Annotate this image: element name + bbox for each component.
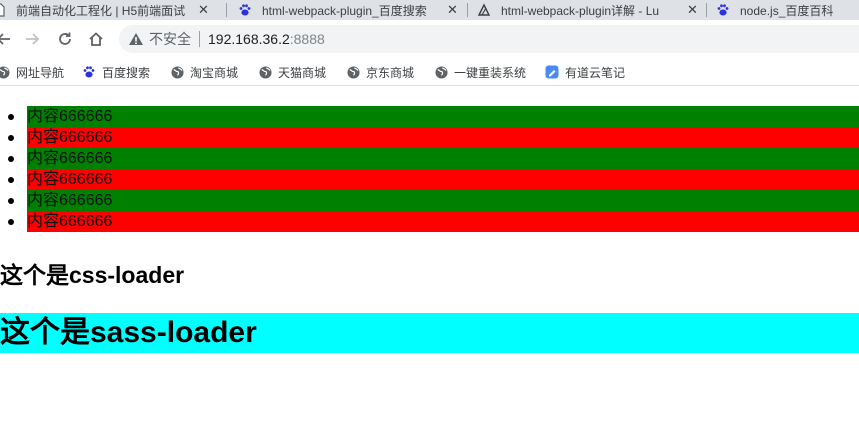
bookmark-item[interactable]: 有道云笔记 bbox=[545, 63, 625, 81]
close-icon[interactable]: ✕ bbox=[198, 2, 209, 18]
bookmark-item[interactable]: 一键重装系统 bbox=[434, 63, 526, 81]
list-item-text: 内容666666 bbox=[27, 127, 859, 148]
list-item-text: 内容666666 bbox=[27, 190, 859, 211]
close-icon[interactable]: ✕ bbox=[447, 2, 458, 18]
tab-divider bbox=[467, 3, 468, 17]
page-viewport: 内容666666 内容666666 内容666666 内容666666 内容66… bbox=[0, 86, 859, 433]
sass-loader-heading: 这个是sass-loader bbox=[0, 313, 859, 353]
bullet-dot bbox=[8, 135, 14, 141]
bookmark-item[interactable]: 百度搜索 bbox=[82, 63, 150, 81]
tab-item[interactable]: node.js_百度百科 bbox=[716, 0, 859, 20]
bullet-dot bbox=[8, 198, 14, 204]
bookmark-label: 一键重装系统 bbox=[454, 65, 527, 80]
css-loader-heading: 这个是css-loader bbox=[0, 262, 185, 288]
baidu-paw-icon bbox=[238, 3, 252, 17]
tab-title: 前端自动化工程化 | H5前端面试 bbox=[16, 3, 186, 18]
tab-strip: 前端自动化工程化 | H5前端面试 ✕ html-webpack-plugin_… bbox=[0, 0, 859, 20]
reload-icon[interactable] bbox=[54, 28, 76, 50]
baidu-paw-icon bbox=[82, 65, 96, 79]
bookmark-item[interactable]: 天猫商城 bbox=[258, 63, 326, 81]
globe-icon bbox=[258, 65, 272, 79]
tab-title: node.js_百度百科 bbox=[740, 3, 834, 18]
globe-icon bbox=[434, 65, 448, 79]
bookmark-item[interactable]: 淘宝商城 bbox=[170, 63, 238, 81]
bookmark-label: 有道云笔记 bbox=[565, 65, 626, 80]
url-port: :8888 bbox=[289, 31, 325, 47]
bookmark-label: 淘宝商城 bbox=[190, 65, 239, 80]
youdao-note-icon bbox=[545, 65, 559, 79]
security-label: 不安全 bbox=[149, 31, 191, 47]
tab-divider bbox=[706, 3, 707, 17]
list-item-text: 内容666666 bbox=[27, 211, 859, 232]
bookmark-label: 京东商城 bbox=[366, 65, 415, 80]
close-icon[interactable]: ✕ bbox=[687, 2, 698, 18]
doc-icon bbox=[0, 3, 6, 17]
bookmarks-bar: 网址导航 百度搜索 淘宝商城 天猫商城 京东商城 一键重装系统 有道云笔记 bbox=[0, 58, 859, 86]
tab-divider bbox=[226, 3, 227, 17]
bookmark-item[interactable]: 京东商城 bbox=[346, 63, 414, 81]
tab-title: html-webpack-plugin详解 - Lu bbox=[501, 3, 660, 18]
address-divider bbox=[199, 31, 200, 47]
bookmark-label: 百度搜索 bbox=[102, 65, 151, 80]
globe-icon bbox=[170, 65, 184, 79]
tab-item[interactable]: 前端自动化工程化 | H5前端面试 ✕ bbox=[0, 0, 220, 20]
bullet-dot bbox=[8, 156, 14, 162]
list-item-text: 内容666666 bbox=[27, 169, 859, 190]
globe-icon bbox=[346, 65, 360, 79]
home-icon[interactable] bbox=[85, 28, 107, 50]
globe-icon bbox=[0, 65, 10, 79]
bookmark-item[interactable]: 网址导航 bbox=[0, 63, 64, 81]
bullet-dot bbox=[8, 114, 14, 120]
url-host: 192.168.36.2 bbox=[208, 31, 290, 47]
bullet-dot bbox=[8, 219, 14, 225]
address-bar[interactable]: 不安全 192.168.36.2:8888 bbox=[119, 25, 859, 53]
list-item-text: 内容666666 bbox=[27, 106, 859, 127]
baidu-paw-icon bbox=[716, 3, 730, 17]
bookmark-label: 网址导航 bbox=[16, 65, 65, 80]
list-item-text: 内容666666 bbox=[27, 148, 859, 169]
site-icon bbox=[477, 3, 491, 17]
back-arrow-icon[interactable] bbox=[0, 28, 14, 50]
browser-toolbar: 不安全 192.168.36.2:8888 bbox=[0, 20, 859, 58]
tab-item[interactable]: html-webpack-plugin_百度搜索 ✕ bbox=[238, 0, 464, 20]
tab-title: html-webpack-plugin_百度搜索 bbox=[262, 3, 427, 18]
forward-arrow-icon[interactable] bbox=[22, 28, 44, 50]
bookmark-label: 天猫商城 bbox=[278, 65, 327, 80]
bullet-dot bbox=[8, 177, 14, 183]
tab-item[interactable]: html-webpack-plugin详解 - Lu ✕ bbox=[477, 0, 703, 20]
warning-icon[interactable] bbox=[127, 32, 145, 46]
